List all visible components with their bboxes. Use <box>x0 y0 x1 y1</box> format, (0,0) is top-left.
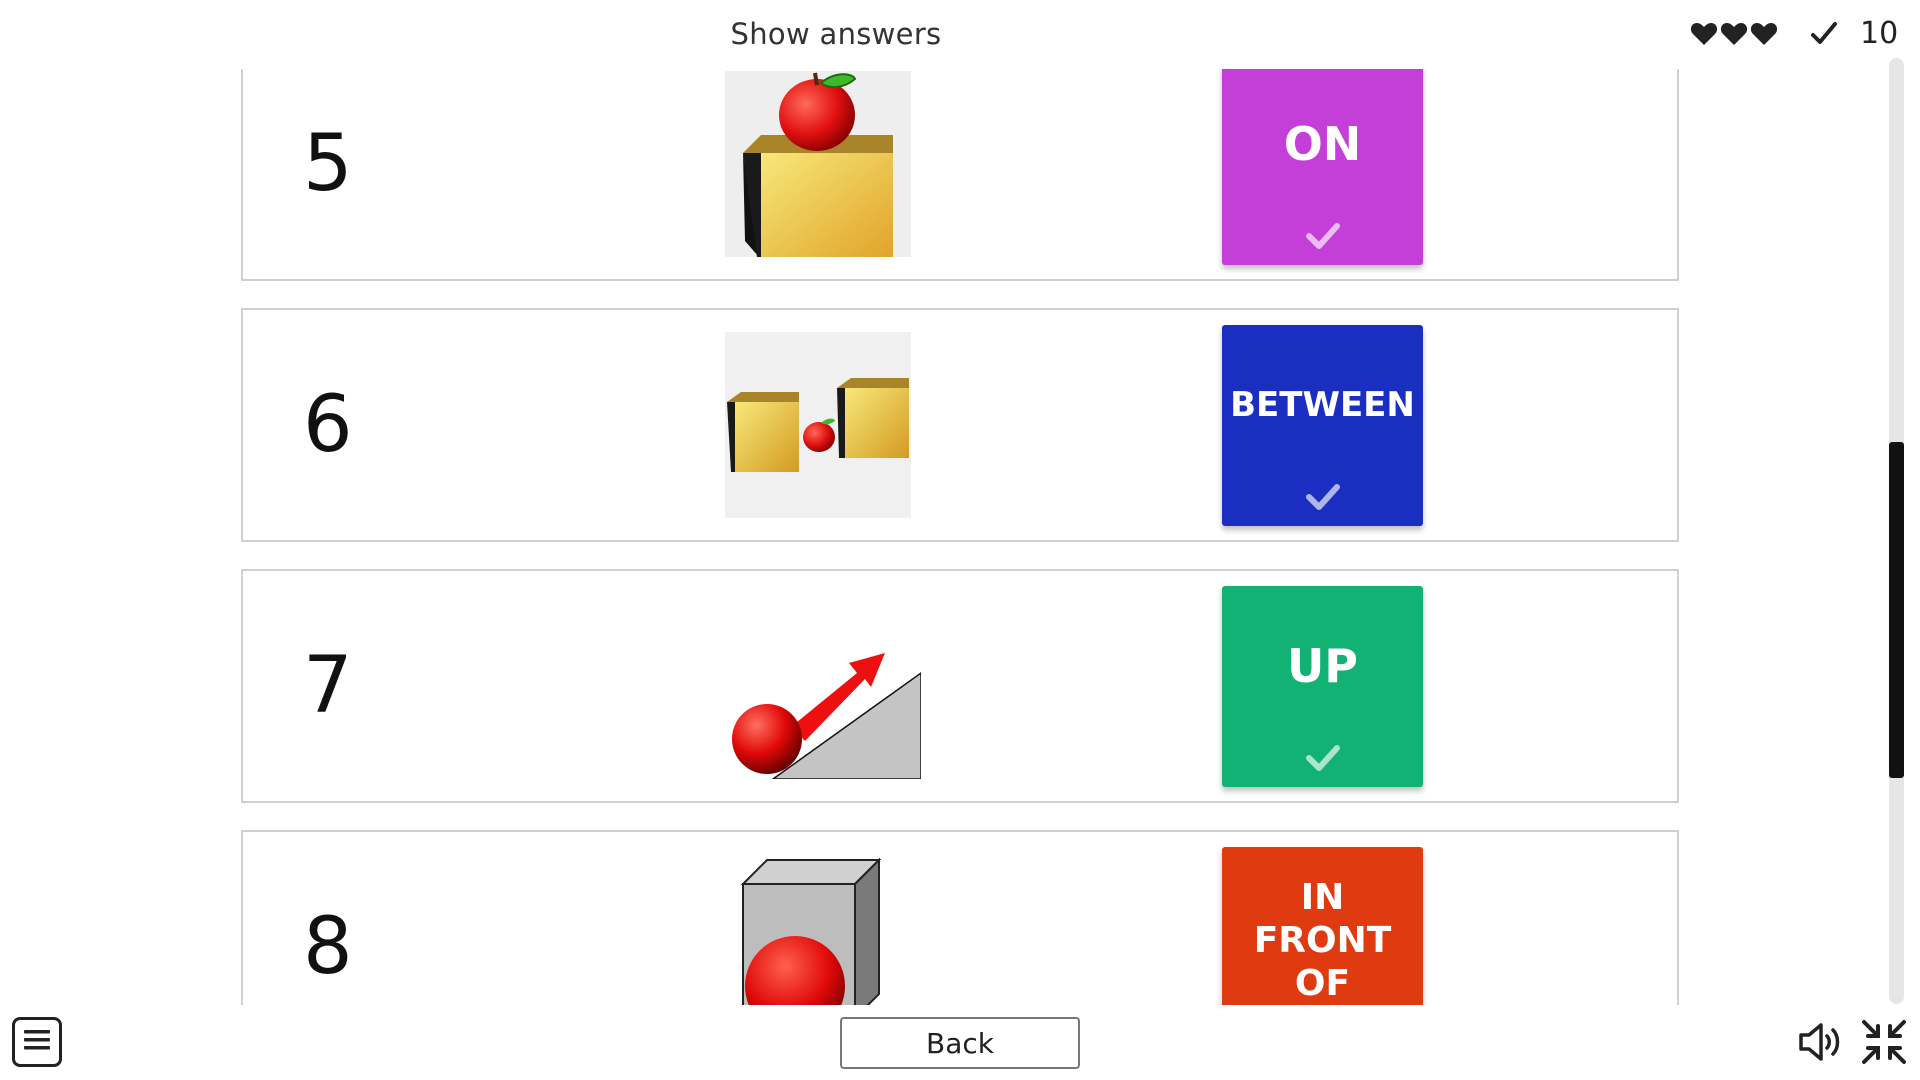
row-number: 5 <box>303 119 353 209</box>
answer-label: IN FRONT OF <box>1253 876 1392 1005</box>
apple-between-boxes-image <box>725 332 911 518</box>
exit-fullscreen-icon <box>1860 1020 1908 1070</box>
sound-button[interactable] <box>1797 1020 1845 1064</box>
check-icon <box>1305 482 1341 512</box>
back-button[interactable]: Back <box>840 1017 1080 1069</box>
quiz-answers-screen: Show answers 10 5 ON 6 BETWEEN 7 UP 8 IN… <box>0 0 1920 1080</box>
answer-row: 6 BETWEEN <box>241 308 1679 542</box>
row-number: 7 <box>303 641 353 731</box>
speaker-icon <box>1797 1023 1845 1068</box>
answer-row: 5 ON <box>241 69 1679 281</box>
page-title: Show answers <box>730 17 942 51</box>
answers-list[interactable]: 5 ON 6 BETWEEN 7 UP 8 IN FRONT OF <box>0 69 1920 1005</box>
ball-in-front-of-box-image <box>725 854 911 1005</box>
scrollbar-thumb[interactable] <box>1889 442 1904 778</box>
answer-card[interactable]: ON <box>1222 69 1423 265</box>
score-value: 10 <box>1860 16 1899 51</box>
answer-card[interactable]: BETWEEN <box>1222 325 1423 526</box>
row-number: 8 <box>303 902 353 992</box>
check-icon <box>1305 743 1341 773</box>
check-icon <box>1305 221 1341 251</box>
exit-fullscreen-button[interactable] <box>1860 1018 1908 1066</box>
score-indicator: 10 <box>1810 14 1898 54</box>
answer-row: 7 UP <box>241 569 1679 803</box>
answer-row: 8 IN FRONT OF <box>241 830 1679 1005</box>
row-number: 6 <box>303 380 353 470</box>
ball-up-slope-image <box>725 593 921 779</box>
menu-button[interactable] <box>12 1017 62 1067</box>
heart-icon <box>1720 22 1748 46</box>
apple-on-box-image <box>725 71 911 257</box>
answer-card[interactable]: IN FRONT OF <box>1222 847 1423 1005</box>
answer-label: BETWEEN <box>1230 384 1415 425</box>
heart-icon <box>1690 22 1718 46</box>
answer-label: UP <box>1286 639 1359 694</box>
lives-indicator <box>1690 14 1778 54</box>
answer-label: ON <box>1283 117 1362 172</box>
heart-icon <box>1750 22 1778 46</box>
check-icon <box>1810 20 1838 48</box>
menu-icon <box>22 1027 52 1057</box>
answer-card[interactable]: UP <box>1222 586 1423 787</box>
